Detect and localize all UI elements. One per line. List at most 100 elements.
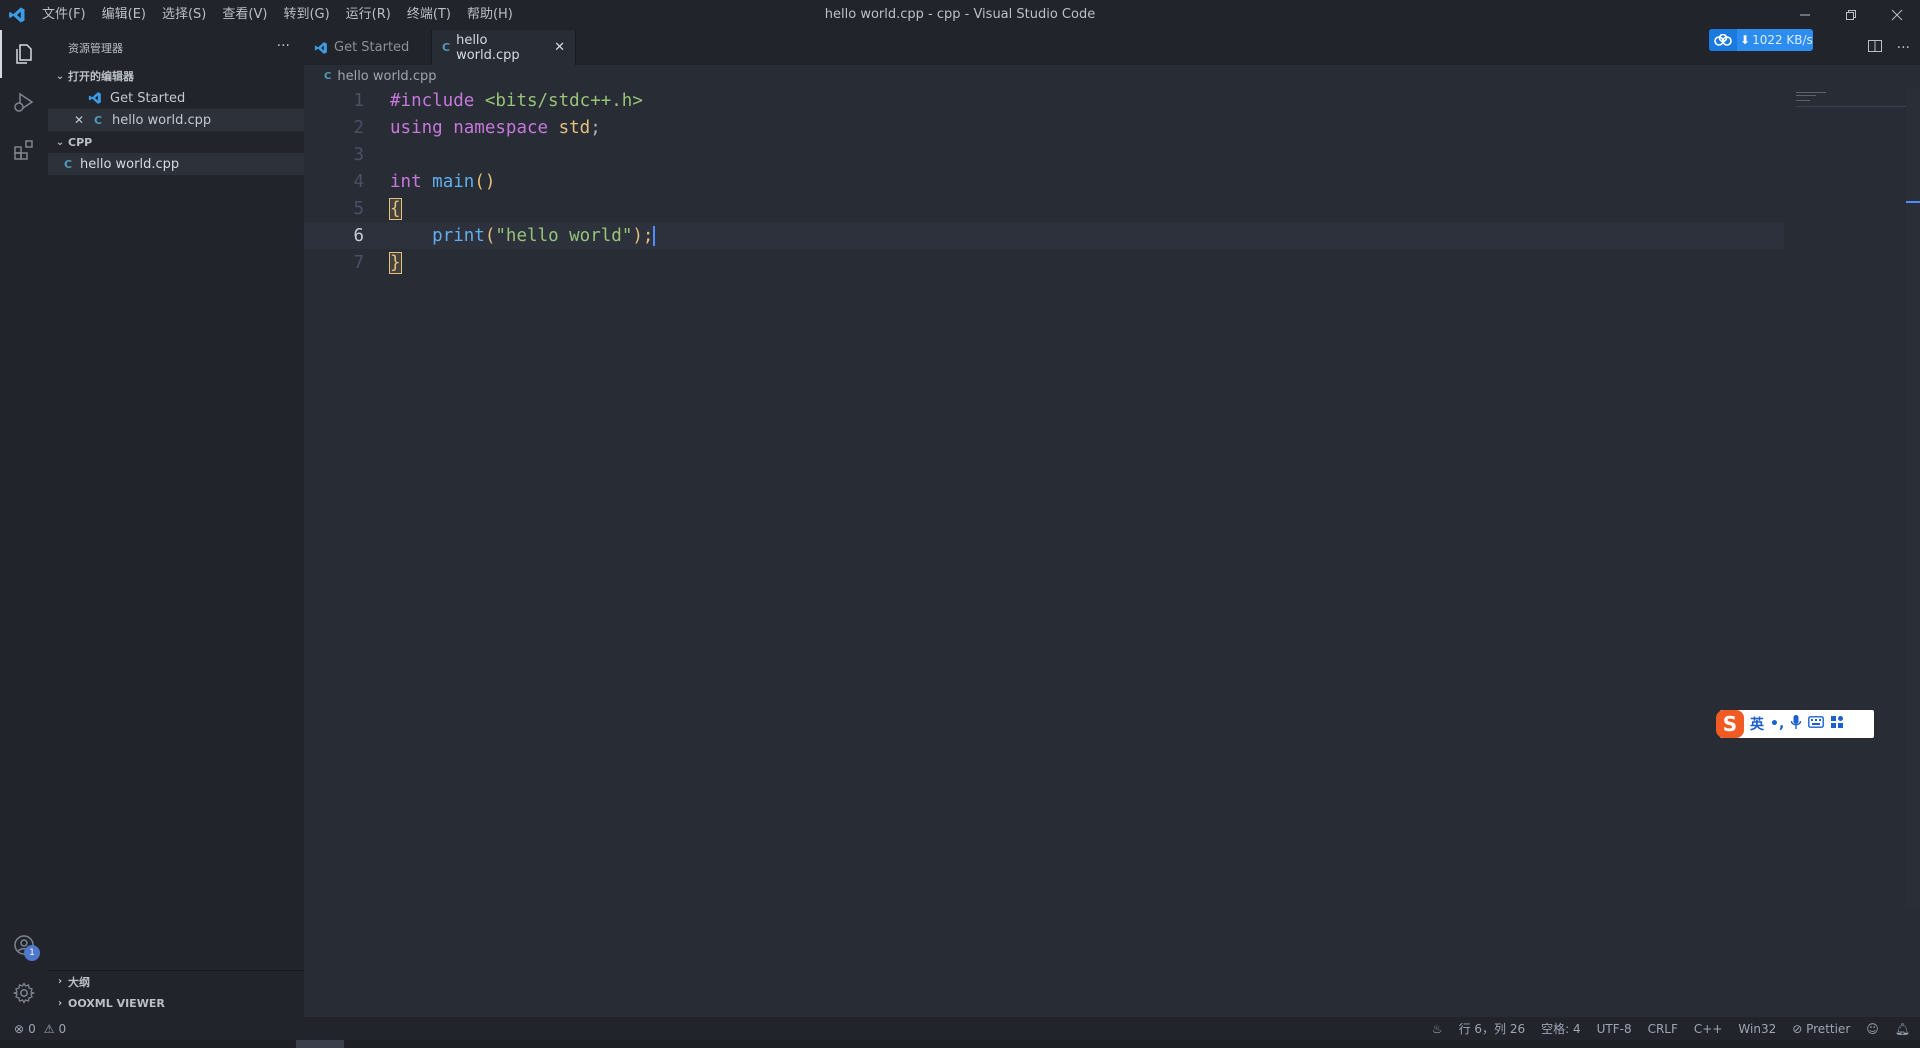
outline-title: 大纲 (68, 975, 90, 989)
cloud-icon (1709, 29, 1737, 51)
feedback-icon[interactable]: ☺ (1866, 1022, 1879, 1036)
flame-icon[interactable]: ♨ (1432, 1022, 1443, 1036)
prettier-icon: ⊘ (1792, 1021, 1803, 1036)
status-right: ♨ 行 6，列 26 空格: 4 UTF-8 CRLF C++ Win32 ⊘ … (1432, 1017, 1910, 1040)
prettier-status[interactable]: ⊘ Prettier (1792, 1022, 1850, 1036)
chevron-right-icon: › (57, 997, 63, 1009)
error-icon: ⊗ (14, 1021, 25, 1036)
gear-icon[interactable] (0, 969, 48, 1017)
accounts-badge: 1 (24, 945, 40, 961)
split-editor-icon[interactable] (1867, 38, 1883, 58)
ime-toolbar[interactable]: S 英 •, (1716, 710, 1874, 738)
tab-label: hello world.cpp (456, 32, 520, 63)
open-editors-section[interactable]: ⌄ 打开的编辑器 (48, 65, 304, 87)
cpp-file-icon: C (324, 70, 332, 82)
code-line: 3 (304, 141, 1784, 168)
line-number: 7 (353, 252, 364, 273)
explorer-header: 资源管理器 ··· (48, 30, 304, 65)
ooxml-section[interactable]: › OOXML VIEWER (48, 992, 304, 1014)
code-text: int main() (390, 171, 496, 192)
error-count: 0 (28, 1021, 36, 1036)
matching-brace: { (389, 197, 402, 220)
code-editor[interactable]: 1 #include <bits/stdc++.h> 2 using names… (304, 87, 1784, 276)
tab-label: Get Started (334, 40, 410, 55)
explorer-icon[interactable] (0, 30, 48, 78)
close-window-button[interactable] (1874, 0, 1920, 30)
explorer-title: 资源管理器 (68, 41, 123, 55)
code-line: 7 } (304, 249, 1784, 276)
encoding[interactable]: UTF-8 (1597, 1022, 1632, 1036)
notifications-icon[interactable]: 🔔︎ (1895, 1022, 1910, 1036)
horizontal-scroll-thumb[interactable] (296, 1040, 344, 1048)
menu-go[interactable]: 转到(G) (275, 0, 337, 30)
title-bar: 文件(F) 编辑(E) 选择(S) 查看(V) 转到(G) 运行(R) 终端(T… (0, 0, 1920, 30)
minimap[interactable] (1796, 87, 1906, 117)
vscode-icon (88, 91, 106, 105)
vertical-scrollbar[interactable] (1906, 87, 1920, 907)
minimize-button[interactable] (1782, 0, 1828, 30)
breadcrumb-file[interactable]: hello world.cpp (337, 69, 436, 84)
toolbox-grid-icon[interactable] (1830, 715, 1844, 733)
vscode-logo-icon (0, 0, 34, 30)
restore-button[interactable] (1828, 0, 1874, 30)
open-editor-item[interactable]: ✕ C hello world.cpp (48, 109, 304, 131)
file-item[interactable]: C hello world.cpp (48, 153, 304, 175)
microphone-icon[interactable] (1790, 714, 1802, 734)
window-controls (1782, 0, 1920, 30)
ooxml-title: OOXML VIEWER (68, 996, 165, 1010)
editor-tabs: Get Started C hello world.cpp ✕ ··· (304, 30, 1920, 65)
language-mode[interactable]: C++ (1694, 1022, 1723, 1036)
chevron-right-icon: › (57, 976, 63, 987)
outline-section[interactable]: › 大纲 (48, 970, 304, 992)
file-label: hello world.cpp (80, 156, 180, 172)
problems-indicator[interactable]: ⊗ 0 ⚠ 0 (0, 1022, 66, 1036)
folder-section[interactable]: ⌄ CPP (48, 131, 304, 153)
menu-file[interactable]: 文件(F) (34, 0, 94, 30)
breadcrumb: C hello world.cpp (304, 65, 1920, 87)
punctuation-icon[interactable]: •, (1770, 716, 1784, 732)
code-text: print("hello world"); (432, 225, 656, 246)
tab-get-started[interactable]: Get Started (304, 30, 432, 65)
editor-area: Get Started C hello world.cpp ✕ ··· C he… (304, 30, 1920, 1017)
warning-count: 0 (58, 1021, 67, 1036)
open-editor-item[interactable]: Get Started (48, 87, 304, 109)
indentation[interactable]: 空格: 4 (1541, 1020, 1581, 1037)
close-icon[interactable]: ✕ (554, 40, 565, 55)
extensions-icon[interactable] (0, 126, 48, 174)
open-editor-label: Get Started (110, 90, 186, 106)
editor-actions: ··· (1867, 30, 1910, 65)
folder-title: CPP (68, 135, 93, 149)
more-actions-icon[interactable]: ··· (277, 38, 290, 54)
chevron-down-icon: ⌄ (55, 70, 65, 82)
code-line: 5 { (304, 195, 1784, 222)
ime-language[interactable]: 英 (1750, 714, 1764, 734)
open-editors-title: 打开的编辑器 (68, 70, 134, 83)
menu-edit[interactable]: 编辑(E) (94, 0, 154, 30)
run-debug-icon[interactable] (0, 78, 48, 126)
tab-hello-world[interactable]: C hello world.cpp ✕ (432, 30, 576, 65)
more-actions-icon[interactable]: ··· (1897, 40, 1910, 56)
vscode-icon (314, 41, 328, 55)
accounts-icon[interactable]: 1 (0, 921, 48, 969)
platform[interactable]: Win32 (1738, 1022, 1776, 1036)
line-number: 4 (353, 171, 364, 192)
keyboard-icon[interactable] (1808, 716, 1825, 732)
menu-help[interactable]: 帮助(H) (459, 0, 521, 30)
open-editor-label: hello world.cpp (112, 112, 212, 128)
text-cursor (653, 225, 656, 246)
menu-terminal[interactable]: 终端(T) (399, 0, 459, 30)
line-ending[interactable]: CRLF (1648, 1022, 1678, 1036)
menu-view[interactable]: 查看(V) (214, 0, 275, 30)
code-text: using namespace std; (390, 117, 601, 138)
line-number: 6 (353, 225, 364, 246)
net-speed-widget[interactable]: ⬇ 1022 KB/s (1709, 29, 1813, 51)
menu-run[interactable]: 运行(R) (338, 0, 399, 30)
matching-brace: } (389, 251, 402, 274)
line-number: 5 (353, 198, 364, 219)
line-number: 2 (353, 117, 364, 138)
cursor-position[interactable]: 行 6，列 26 (1459, 1020, 1526, 1037)
menu-bar: 文件(F) 编辑(E) 选择(S) 查看(V) 转到(G) 运行(R) 终端(T… (34, 0, 521, 30)
close-icon[interactable]: ✕ (74, 113, 88, 127)
menu-selection[interactable]: 选择(S) (154, 0, 214, 30)
download-arrow-icon: ⬇ (1740, 33, 1751, 47)
